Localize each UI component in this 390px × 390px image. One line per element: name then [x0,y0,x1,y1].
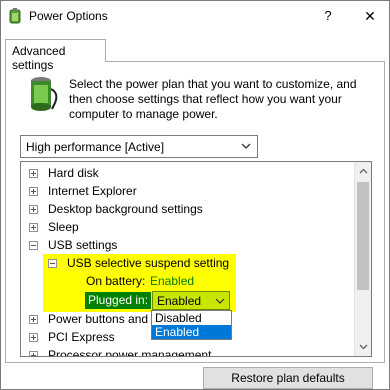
dropdown-option-enabled[interactable]: Enabled [152,325,231,339]
tree-item-label: USB selective suspend setting [67,256,230,270]
vertical-scrollbar[interactable] [354,162,371,356]
restore-plan-defaults-button[interactable]: Restore plan defaults [203,367,373,389]
expand-plus-icon[interactable] [29,333,38,342]
on-battery-label: On battery: [86,274,146,288]
window-title: Power Options [29,9,108,23]
plugged-in-value: Enabled [157,294,202,308]
expand-plus-icon[interactable] [29,315,38,324]
tree-item-label: Power buttons and [48,312,149,326]
tab-advanced-settings[interactable]: Advanced settings [5,39,106,72]
scrollbar-thumb[interactable] [357,182,369,290]
battery-plan-icon [31,77,58,111]
plugged-in-dropdown-list: Disabled Enabled [151,310,232,340]
power-options-window: Power Options ? ✕ Advanced settings Sele… [0,0,390,390]
tree-item-label: USB settings [48,238,118,252]
help-button[interactable]: ? [317,5,339,27]
tree-item-label: PCI Express [48,330,115,344]
on-battery-value[interactable]: Enabled [150,272,194,290]
scroll-up-icon[interactable] [359,167,368,176]
tree-item-label: Sleep [48,220,79,234]
title-bar: Power Options ? ✕ [1,1,389,31]
expand-plus-icon[interactable] [29,223,38,232]
tree-item-label: Desktop background settings [48,202,203,216]
plugged-in-label: Plugged in: [85,292,152,309]
plugged-in-select[interactable]: Enabled [152,291,230,310]
tree-item-label: Hard disk [48,166,99,180]
collapse-minus-icon[interactable] [48,259,57,268]
collapse-minus-icon[interactable] [29,241,38,250]
expand-plus-icon[interactable] [29,205,38,214]
tree-item-label: Internet Explorer [48,184,137,198]
chevron-down-icon [241,143,251,149]
dropdown-option-disabled[interactable]: Disabled [152,311,231,325]
expand-plus-icon[interactable] [29,187,38,196]
close-button[interactable]: ✕ [359,5,381,27]
scroll-down-icon[interactable] [359,342,368,351]
tree-item-label: Processor power management [48,348,212,357]
expand-plus-icon[interactable] [29,169,38,178]
plan-description: Select the power plan that you want to c… [69,77,357,121]
power-options-app-icon [9,8,21,24]
chevron-down-icon [215,298,225,304]
power-plan-value: High performance [Active] [26,140,165,154]
power-plan-select[interactable]: High performance [Active] [20,135,258,158]
expand-plus-icon[interactable] [29,351,38,356]
